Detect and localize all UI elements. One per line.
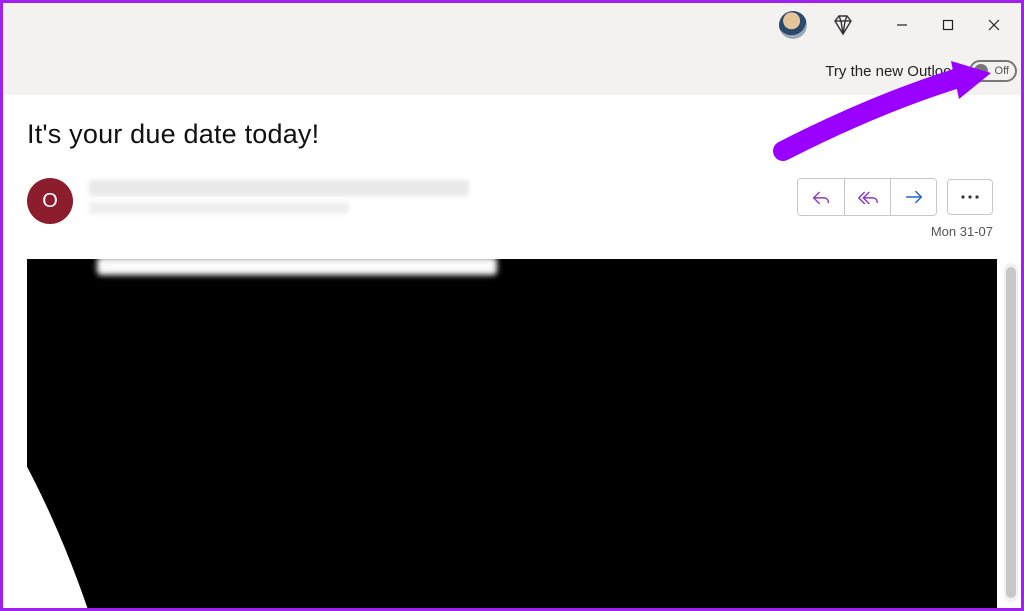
account-avatar[interactable]	[779, 11, 807, 39]
reply-button[interactable]	[798, 179, 844, 215]
recipient-line-redacted	[89, 202, 349, 214]
body-top-redacted	[97, 259, 497, 275]
try-new-outlook-bar: Try the new Outlook Off	[3, 47, 1021, 95]
close-button[interactable]	[971, 3, 1017, 47]
forward-button[interactable]	[890, 179, 936, 215]
try-new-outlook-toggle[interactable]: Off	[969, 60, 1017, 82]
sender-meta	[89, 178, 797, 214]
message-actions	[797, 178, 993, 216]
more-actions-button[interactable]	[947, 179, 993, 215]
email-body	[27, 259, 997, 608]
vertical-scrollbar[interactable]: ▴	[1004, 263, 1018, 602]
premium-diamond-icon[interactable]	[831, 13, 855, 37]
email-date: Mon 31-07	[931, 224, 993, 239]
sender-avatar[interactable]: O	[27, 178, 73, 224]
try-new-outlook-label: Try the new Outlook	[825, 63, 959, 80]
title-bar	[3, 3, 1021, 47]
minimize-button[interactable]	[879, 3, 925, 47]
toggle-knob	[974, 64, 988, 78]
reply-all-button[interactable]	[844, 179, 890, 215]
email-subject: It's your due date today!	[27, 119, 1021, 150]
sender-name-redacted	[89, 180, 469, 196]
email-header: O	[27, 178, 1021, 239]
maximize-button[interactable]	[925, 3, 971, 47]
scroll-thumb[interactable]	[1006, 267, 1016, 598]
toggle-state-label: Off	[995, 65, 1009, 77]
